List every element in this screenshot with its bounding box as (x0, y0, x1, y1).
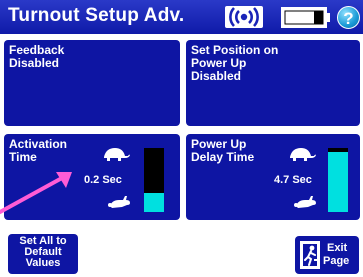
power-up-delay-title-2: Delay Time (191, 150, 255, 164)
exit-page-button[interactable]: Exit Page (295, 236, 359, 274)
set-position-status: Disabled (191, 69, 242, 83)
activation-time-label: Activation Time (9, 138, 67, 164)
activation-level-fill (144, 192, 164, 212)
turtle-icon (290, 148, 316, 161)
activation-value: 0.2 Sec (84, 174, 122, 186)
activation-level-bar[interactable] (142, 146, 166, 214)
turtle-icon (104, 148, 130, 161)
set-position-panel[interactable]: Set Position on Power Up Disabled (186, 40, 360, 126)
exit-running-man-icon (300, 241, 320, 269)
page-title: Turnout Setup Adv. (8, 5, 185, 26)
help-button[interactable]: ? (337, 6, 360, 29)
exit-label-1: Exit (327, 242, 348, 254)
power-up-delay-value: 4.7 Sec (274, 174, 312, 186)
feedback-label: Feedback Disabled (9, 44, 64, 70)
power-up-delay-label: Power Up Delay Time (191, 138, 254, 164)
pointer-arrow-annotation (0, 172, 72, 214)
set-all-defaults-button[interactable]: Set All to Default Values (8, 234, 78, 274)
set-defaults-line-3: Values (25, 257, 61, 269)
rabbit-icon (108, 196, 130, 208)
title-bar: Turnout Setup Adv. ? (0, 0, 363, 34)
feedback-panel[interactable]: Feedback Disabled (4, 40, 180, 126)
power-up-delay-panel[interactable]: Power Up Delay Time 4.7 Sec (186, 134, 360, 220)
power-up-delay-level-bar[interactable] (326, 146, 350, 214)
feedback-status: Disabled (9, 56, 60, 70)
signal-waves-icon (225, 6, 263, 28)
rabbit-icon (294, 196, 316, 208)
exit-label-2: Page (323, 255, 350, 267)
battery-icon (281, 7, 331, 28)
set-position-label: Set Position on Power Up Disabled (191, 44, 278, 83)
activation-title-2: Time (9, 150, 37, 164)
power-up-delay-level-fill (328, 151, 348, 212)
